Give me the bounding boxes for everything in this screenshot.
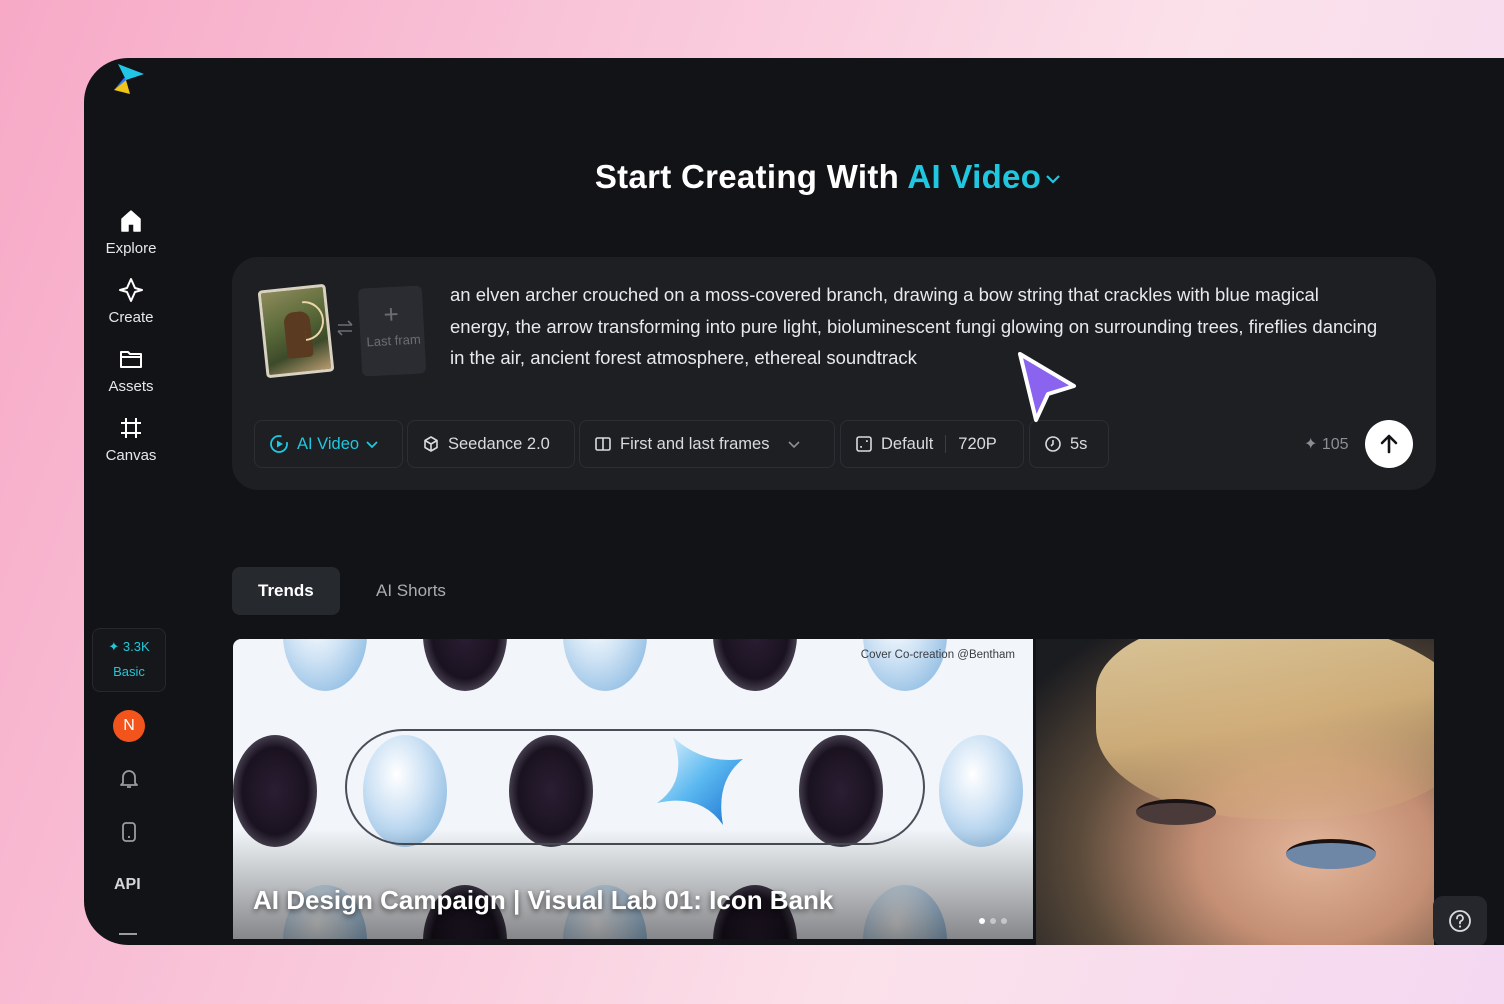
app-window: Explore Create Assets Canvas ✦ 3.3K Basi… — [84, 58, 1504, 945]
folder-icon — [120, 351, 142, 368]
credits-amount: ✦ 3.3K — [108, 639, 150, 654]
home-icon — [121, 210, 141, 232]
last-frame-upload[interactable]: + Last fram — [357, 285, 427, 377]
star-icon — [657, 737, 743, 825]
sidebar-item-canvas[interactable]: Canvas — [88, 415, 174, 464]
duration-select[interactable]: 5s — [1029, 420, 1109, 468]
menu-icon[interactable] — [119, 933, 137, 935]
mode-label: AI Video — [297, 434, 360, 453]
mode-dropdown[interactable]: AI Video — [907, 158, 1063, 195]
credit-cost: ✦ 105 — [1304, 436, 1349, 453]
sidebar-item-label: Create — [108, 309, 154, 326]
logo-icon[interactable] — [110, 60, 146, 96]
frames-mode-label: First and last frames — [620, 434, 770, 453]
frames-icon — [595, 437, 611, 451]
prompt-toolbar: AI Video Seedance 2.0 First and last fra… — [254, 420, 1414, 468]
duration-label: 5s — [1070, 434, 1088, 453]
first-frame-thumbnail[interactable] — [257, 283, 335, 379]
tab-ai-shorts[interactable]: AI Shorts — [350, 567, 472, 615]
mobile-icon[interactable] — [117, 820, 141, 844]
api-link[interactable]: API — [114, 876, 141, 894]
prompt-input[interactable]: an elven archer crouched on a moss-cover… — [450, 279, 1380, 374]
swap-icon[interactable] — [336, 319, 354, 337]
title-prefix: Start Creating With — [594, 158, 900, 195]
tab-trends[interactable]: Trends — [232, 567, 340, 615]
ratio-label: Default — [881, 434, 934, 453]
cursor-pointer-icon — [1018, 352, 1076, 422]
arrow-up-icon — [1380, 434, 1398, 454]
cube-icon — [424, 436, 438, 452]
carousel-dots[interactable] — [979, 911, 1012, 929]
plus-icon: + — [382, 298, 400, 330]
aspect-ratio-icon — [856, 436, 872, 452]
credits-badge[interactable]: ✦ 3.3K Basic — [92, 628, 166, 692]
bell-icon[interactable] — [117, 766, 141, 790]
model-select[interactable]: Seedance 2.0 — [407, 420, 575, 468]
clock-icon — [1045, 436, 1061, 452]
help-button[interactable] — [1433, 896, 1487, 945]
sidebar-item-label: Explore — [105, 240, 157, 257]
cover-credit: Cover Co-creation @Bentham — [860, 649, 1015, 661]
gallery-card-portrait[interactable] — [1036, 639, 1434, 945]
prompt-panel: + Last fram an elven archer crouched on … — [232, 257, 1436, 490]
canvas-icon — [121, 418, 141, 438]
card-title: AI Design Campaign | Visual Lab 01: Icon… — [253, 885, 834, 915]
sidebar-item-explore[interactable]: Explore — [88, 208, 174, 257]
sidebar-item-assets[interactable]: Assets — [88, 346, 174, 395]
resolution-label: 720P — [958, 434, 997, 453]
chevron-down-icon — [1046, 175, 1060, 184]
ratio-resolution-select[interactable]: Default 720P — [840, 420, 1024, 468]
title-accent: AI Video — [907, 158, 1042, 195]
mode-select[interactable]: AI Video — [254, 420, 403, 468]
plan-label: Basic — [113, 664, 145, 679]
video-mode-icon — [270, 435, 288, 453]
sidebar-item-label: Canvas — [105, 447, 157, 464]
frames-mode-select[interactable]: First and last frames — [579, 420, 835, 468]
page-title: Start Creating With AI Video — [84, 158, 1504, 196]
avatar[interactable]: N — [113, 710, 145, 742]
help-icon — [1449, 910, 1471, 932]
chevron-down-icon — [788, 441, 801, 449]
sidebar-item-create[interactable]: Create — [88, 277, 174, 326]
divider — [945, 435, 947, 453]
sidebar-item-label: Assets — [108, 378, 154, 395]
chevron-down-icon — [366, 441, 378, 449]
gallery-card-main[interactable]: Cover Co-creation @Bentham AI Design Cam… — [233, 639, 1033, 939]
generate-button[interactable] — [1365, 420, 1413, 468]
sparkle-icon — [119, 278, 143, 302]
last-frame-label: Last fram — [366, 331, 422, 350]
model-label: Seedance 2.0 — [448, 434, 550, 453]
